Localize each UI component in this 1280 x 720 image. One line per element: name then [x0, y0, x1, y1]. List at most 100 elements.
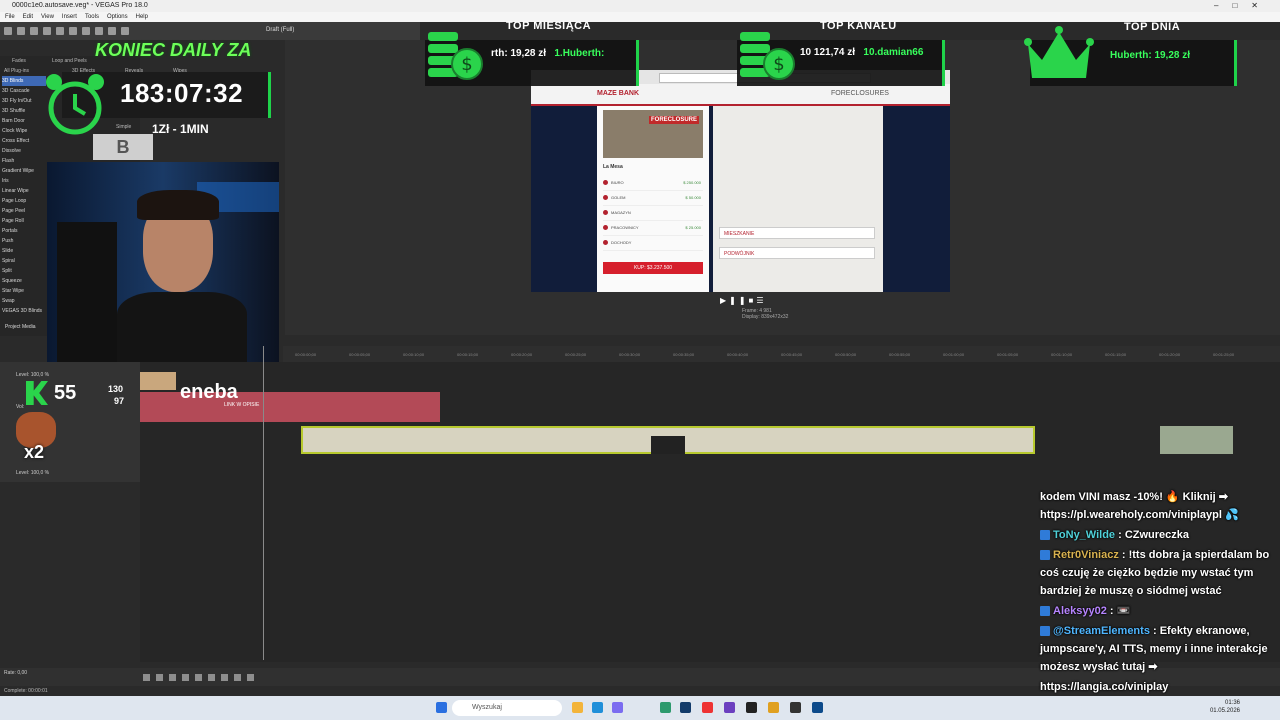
- start-icon[interactable]: [436, 702, 447, 713]
- preview-quality-select[interactable]: Draft (Full): [266, 27, 294, 33]
- webcam-feed: [47, 162, 279, 366]
- copy-icon[interactable]: [82, 27, 90, 35]
- menu-tools[interactable]: Tools: [85, 12, 99, 22]
- undo-icon[interactable]: [108, 27, 116, 35]
- menu-help[interactable]: Help: [136, 12, 148, 22]
- menu-view[interactable]: View: [41, 12, 54, 22]
- plugin-item[interactable]: Push: [2, 236, 46, 246]
- menu-insert[interactable]: Insert: [62, 12, 77, 22]
- obs-icon[interactable]: [790, 702, 801, 713]
- plugin-item[interactable]: VEGAS 3D Blinds: [2, 306, 46, 316]
- chat-username[interactable]: @StreamElements: [1053, 625, 1150, 637]
- plugin-item[interactable]: Spiral: [2, 256, 46, 266]
- maximize-button[interactable]: □: [1232, 1, 1251, 10]
- playhead-line[interactable]: [263, 346, 264, 660]
- menu-file[interactable]: File: [5, 12, 15, 22]
- tab-loop-peels[interactable]: Loop and Peels: [52, 58, 87, 64]
- buy-button[interactable]: KUP: $3.237.500: [603, 262, 703, 274]
- timeline-ruler[interactable]: 00:00:00;00 00:00:05;00 00:00:10;00 00:00:1…: [283, 346, 1280, 363]
- video-thumb-clip[interactable]: [140, 372, 176, 390]
- search-box[interactable]: Wyszukaj: [452, 700, 562, 716]
- properties-icon[interactable]: [43, 27, 51, 35]
- option-label: MAGAZYN: [611, 210, 631, 215]
- detail-input-2[interactable]: PODWÓJNIK: [719, 247, 875, 259]
- opera-icon[interactable]: [702, 702, 713, 713]
- detail-input-1[interactable]: MIESZKANIE: [719, 227, 875, 239]
- render-icon[interactable]: [56, 27, 64, 35]
- edge-icon[interactable]: [592, 702, 603, 713]
- loop-icon[interactable]: [156, 674, 163, 681]
- close-button[interactable]: ✕: [1251, 1, 1272, 10]
- minimize-button[interactable]: –: [1214, 1, 1232, 10]
- plugin-item[interactable]: Page Loop: [2, 196, 46, 206]
- project-media-tab[interactable]: Project Media: [5, 324, 36, 330]
- plugin-item[interactable]: Linear Wipe: [2, 186, 46, 196]
- plugin-item[interactable]: Star Wipe: [2, 286, 46, 296]
- track-level-1[interactable]: Level: 100,0 %: [16, 372, 49, 378]
- vegas-icon[interactable]: [680, 702, 691, 713]
- property-option-row[interactable]: GOLEM $ 50.000: [603, 191, 703, 206]
- option-price: $ 50.000: [685, 195, 701, 200]
- chat-message: ToNy_Wilde : CZwureczka: [1040, 526, 1272, 544]
- play-icon[interactable]: [169, 674, 176, 681]
- menu-edit[interactable]: Edit: [23, 12, 33, 22]
- plugin-item[interactable]: Clock Wipe: [2, 126, 46, 136]
- plugin-item[interactable]: Squeeze: [2, 276, 46, 286]
- tab-fades[interactable]: Fades: [12, 58, 26, 64]
- stop-icon[interactable]: [208, 674, 215, 681]
- plugin-item[interactable]: Page Peel: [2, 206, 46, 216]
- app-icon-4[interactable]: [768, 702, 779, 713]
- plugin-item[interactable]: Slide: [2, 246, 46, 256]
- plugin-item[interactable]: Dissolve: [2, 146, 46, 156]
- plugin-item[interactable]: 3D Fly In/Out: [2, 96, 46, 106]
- prev-frame-icon[interactable]: [221, 674, 228, 681]
- chat-username[interactable]: ToNy_Wilde: [1053, 529, 1115, 541]
- plugin-item[interactable]: Gradient Wipe: [2, 166, 46, 176]
- photoshop-icon[interactable]: [812, 702, 823, 713]
- plugin-item[interactable]: Iris: [2, 176, 46, 186]
- chat-username[interactable]: Aleksyy02: [1053, 605, 1107, 617]
- explorer-icon[interactable]: [572, 702, 583, 713]
- plugin-item[interactable]: Portals: [2, 226, 46, 236]
- property-option-row[interactable]: MAGAZYN: [603, 206, 703, 221]
- cut-icon[interactable]: [69, 27, 77, 35]
- ruler-tick: 00:01:10;00: [1051, 352, 1073, 357]
- save-icon[interactable]: [30, 27, 38, 35]
- plugin-item[interactable]: 3D Shuffle: [2, 106, 46, 116]
- plugin-item[interactable]: Cross Effect: [2, 136, 46, 146]
- property-title: La Mesa: [603, 164, 623, 170]
- video-clip-end[interactable]: [1160, 426, 1233, 454]
- new-icon[interactable]: [4, 27, 12, 35]
- open-icon[interactable]: [17, 27, 25, 35]
- property-option-row[interactable]: PRACOWNICY $ 25.000: [603, 221, 703, 236]
- next-frame-icon[interactable]: [234, 674, 241, 681]
- plugin-item[interactable]: Swap: [2, 296, 46, 306]
- go-end-icon[interactable]: [247, 674, 254, 681]
- app-icon-1[interactable]: [660, 702, 671, 713]
- teams-icon[interactable]: [612, 702, 623, 713]
- tab-all-plugins[interactable]: All Plug-ins: [4, 68, 29, 74]
- plugin-item[interactable]: 3D Blinds: [2, 76, 46, 86]
- redo-icon[interactable]: [121, 27, 129, 35]
- window-controls[interactable]: –□✕: [1214, 0, 1272, 12]
- chat-username[interactable]: Retr0Viniacz: [1053, 549, 1119, 561]
- track-level-2[interactable]: Level: 100,0 %: [16, 470, 49, 476]
- plugin-item[interactable]: Flash: [2, 156, 46, 166]
- banner-amount-month: rth: 19,28 zł 1.Huberth:: [491, 48, 604, 59]
- app-icon-3[interactable]: [746, 702, 757, 713]
- plugin-item[interactable]: Split: [2, 266, 46, 276]
- record-icon[interactable]: [143, 674, 150, 681]
- plugin-item[interactable]: Page Roll: [2, 216, 46, 226]
- paste-icon[interactable]: [95, 27, 103, 35]
- plugin-item[interactable]: Barn Door: [2, 116, 46, 126]
- property-option-row[interactable]: BIURO $ 250.000: [603, 176, 703, 191]
- menu-options[interactable]: Options: [107, 12, 128, 22]
- plugin-item[interactable]: 3D Cascade: [2, 86, 46, 96]
- pause-icon[interactable]: [195, 674, 202, 681]
- clock-time: 01:36: [1224, 700, 1240, 706]
- preview-transport[interactable]: ▶❚❚■☰: [720, 296, 767, 305]
- play-start-icon[interactable]: [182, 674, 189, 681]
- app-icon-2[interactable]: [724, 702, 735, 713]
- property-option-row[interactable]: DOCHODY: [603, 236, 703, 251]
- person-hair: [137, 190, 219, 220]
